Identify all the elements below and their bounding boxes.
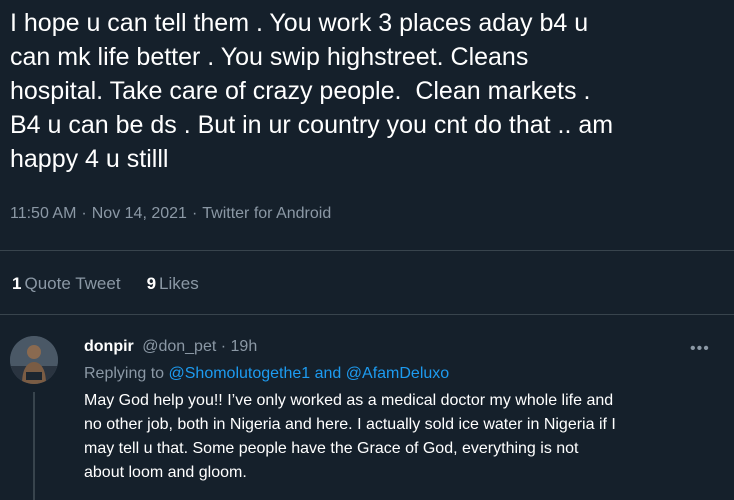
reply-age[interactable]: 19h — [231, 338, 258, 355]
mention-link[interactable]: @AfamDeluxo — [346, 365, 449, 382]
tweet-source[interactable]: Twitter for Android — [202, 205, 331, 223]
quote-count: 1 — [12, 274, 22, 293]
reply-display-name[interactable]: donpir — [84, 338, 134, 355]
meta-separator: · — [191, 205, 198, 222]
more-horizontal-icon[interactable]: ••• — [690, 340, 710, 358]
avatar-image — [10, 336, 58, 384]
divider — [0, 250, 734, 251]
tweet-meta: 11:50 AM · Nov 14, 2021 · Twitter for An… — [10, 205, 331, 223]
reply-tweet[interactable]: donpir @don_pet · 19h Replying to @Shomo… — [84, 336, 714, 485]
tweet-date[interactable]: Nov 14, 2021 — [92, 205, 187, 223]
reply-separator: · — [220, 338, 227, 355]
replying-prefix: Replying to — [84, 365, 165, 382]
quote-label: Quote Tweet — [24, 274, 121, 293]
replying-and: and — [314, 365, 342, 382]
thread-line — [33, 392, 35, 500]
like-label: Likes — [159, 274, 199, 293]
reply-text: May God help you!! I’ve only worked as a… — [84, 392, 616, 481]
likes-link[interactable]: 9 Likes — [147, 274, 199, 294]
reply-header: donpir @don_pet · 19h — [84, 336, 714, 358]
quote-tweets-link[interactable]: 1 Quote Tweet — [12, 274, 121, 294]
like-count: 9 — [146, 274, 157, 293]
tweet-text: I hope u can tell them . You work 3 plac… — [10, 9, 614, 173]
mention-link[interactable]: @Shomolutogethe1 — [169, 365, 311, 382]
replying-to: Replying to @Shomolutogethe1 and @AfamDe… — [84, 363, 714, 385]
divider — [0, 314, 734, 315]
tweet-time[interactable]: 11:50 AM — [10, 205, 76, 223]
tweet-stats: 1 Quote Tweet 9 Likes — [12, 274, 199, 294]
reply-handle[interactable]: @don_pet — [142, 338, 216, 355]
avatar[interactable] — [10, 336, 58, 384]
meta-separator: · — [81, 205, 87, 222]
